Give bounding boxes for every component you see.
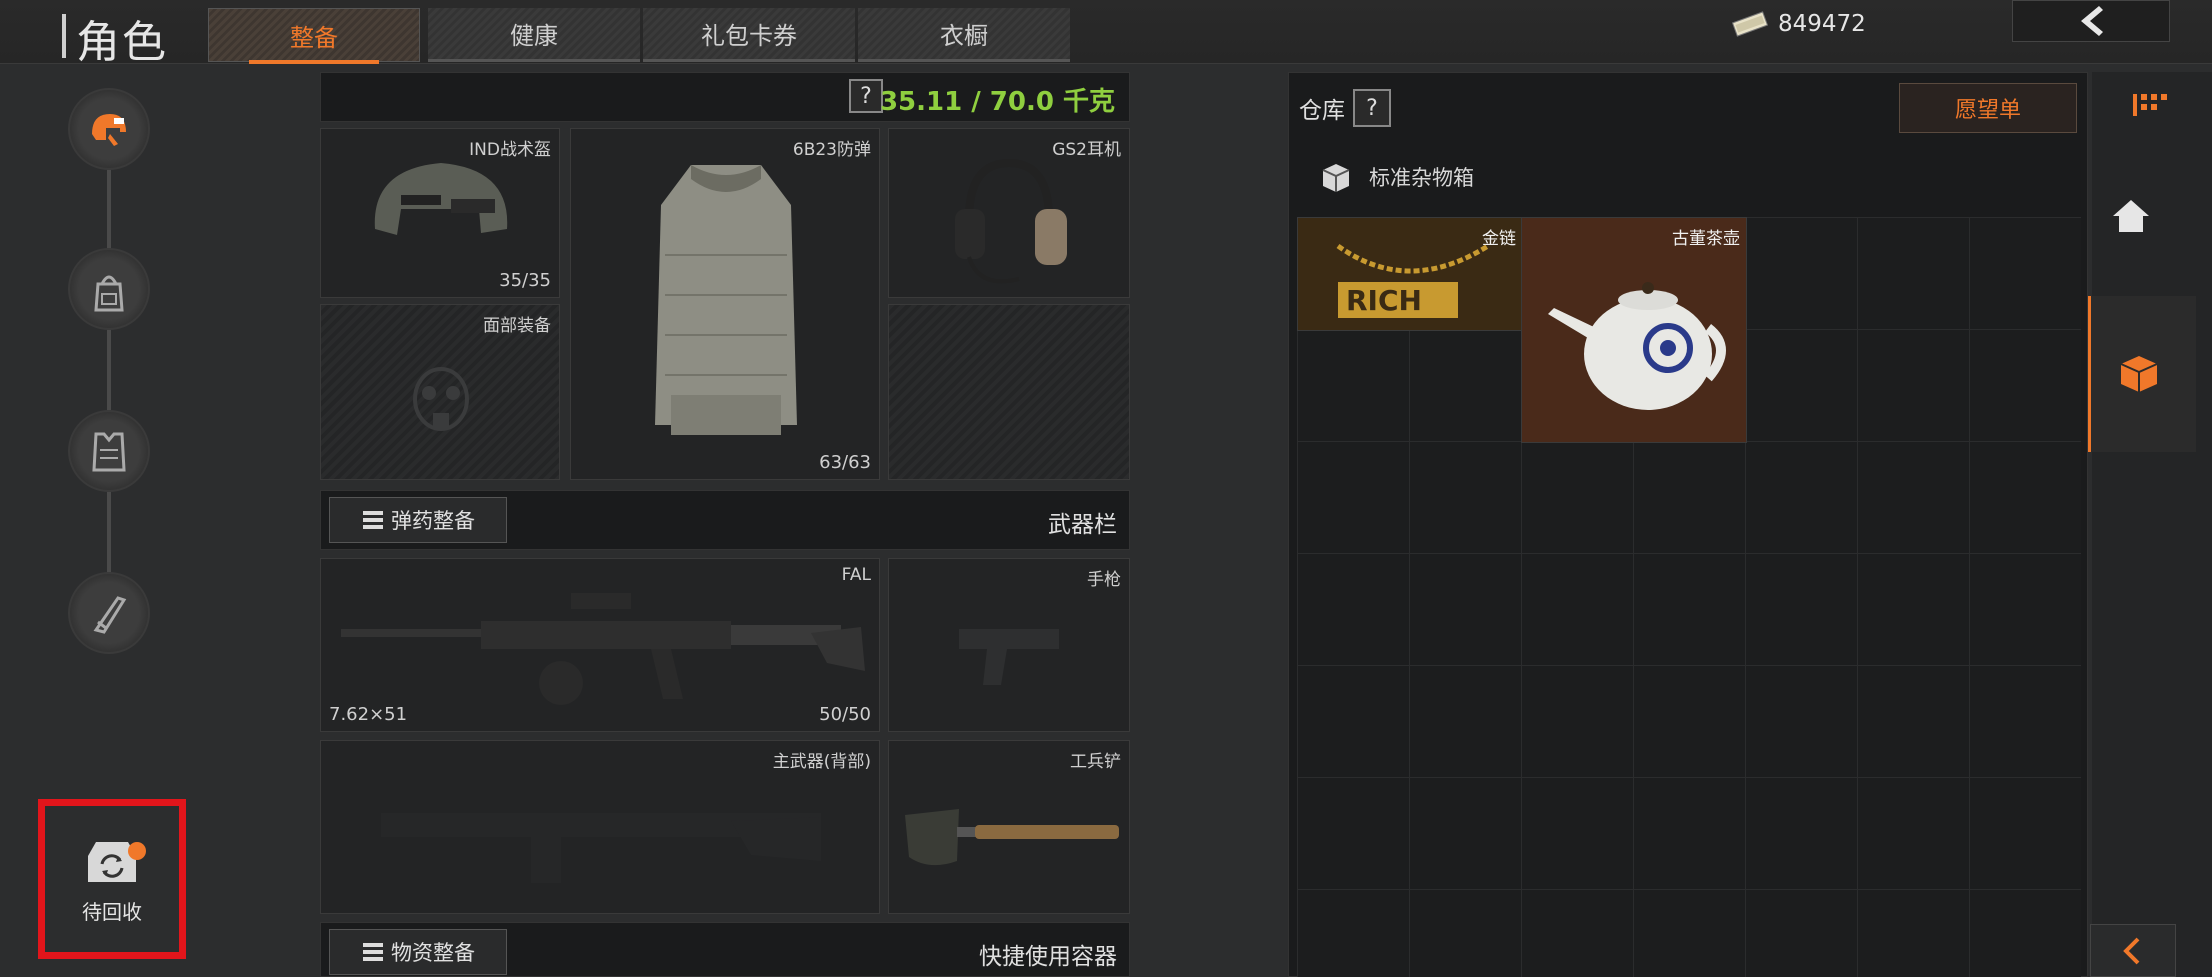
svg-text:RICH: RICH [1346,284,1422,317]
tab-wardrobe-label: 衣橱 [940,22,988,50]
helmet-gear-icon [92,114,126,146]
pistol-label: 手枪 [1087,570,1121,590]
backpack-category-button[interactable] [68,248,150,330]
empty-gear-slot[interactable] [888,304,1130,480]
back-button[interactable] [2012,0,2170,42]
teapot-image [1548,282,1726,410]
armor-durability: 63/63 [819,452,871,473]
tab-health-label: 健康 [510,22,558,50]
melee-slot[interactable]: 工兵铲 [888,740,1130,914]
tab-gift-cards-label: 礼包卡券 [701,22,797,50]
warehouse-title: 仓库 ? [1299,89,1391,127]
title-accent-bar [62,14,66,58]
weight-bar: ? 35.11 / 70.0 千克 [320,72,1130,122]
weight-help-button[interactable]: ? [849,79,883,113]
back-weapon-slot[interactable]: 主武器(背部) [320,740,880,914]
melee-category-button[interactable] [68,572,150,654]
currency-amount: 849472 [1778,11,1866,37]
home-icon [2113,200,2149,232]
antique-teapot-item[interactable]: 古董茶壶 [1521,217,1747,443]
face-label: 面部装备 [483,316,551,336]
gas-mask-placeholder-icon [413,367,469,431]
ammo-loadout-button[interactable]: 弹药整备 [329,497,507,543]
rifle-item-image [341,593,865,705]
back-arrow-icon [2081,6,2103,36]
weapons-section-bar: 弹药整备 武器栏 [320,490,1130,550]
sort-icon [2133,94,2167,116]
warehouse-help-icon: ? [1366,95,1378,121]
page-title: 角色 [76,17,168,68]
container-selector[interactable]: 标准杂物箱 [1319,157,1474,197]
tab-health[interactable]: 健康 [428,8,640,62]
helmet-durability: 35/35 [499,270,551,291]
rifle-placeholder-icon [381,813,821,883]
tab-equip-label: 整备 [290,23,338,52]
collapse-panel-button[interactable] [2090,924,2176,977]
chevron-left-icon [2123,937,2140,964]
tab-gift-cards[interactable]: 礼包卡券 [643,8,855,62]
tab-wardrobe[interactable]: 衣橱 [858,8,1070,62]
armor-slot[interactable]: 6B23防弹 63/63 [570,128,880,480]
warehouse-help-button[interactable]: ? [1353,89,1391,127]
pistol-placeholder-icon [959,629,1059,685]
headset-item-image [955,158,1067,284]
backpack-icon [94,275,124,312]
shovel-item-image [905,809,1119,866]
knife-icon [93,596,127,634]
melee-label: 工兵铲 [1070,752,1121,772]
ammo-icon [363,511,383,529]
rail-connector [107,120,111,640]
gold-chain-image: RICH [1336,243,1490,318]
warehouse-title-text: 仓库 [1299,98,1345,124]
primary-weapon-slot[interactable]: FAL 7.62×51 50/50 [320,558,880,732]
primary-ammo-count: 50/50 [819,704,871,725]
recycle-label: 待回收 [82,899,142,924]
pistol-slot[interactable]: 手枪 [888,558,1130,732]
helmet-slot[interactable]: IND战术盔 35/35 [320,128,560,298]
container-name: 标准杂物箱 [1369,166,1474,190]
notification-dot [128,842,146,860]
supply-loadout-label: 物资整备 [391,941,475,965]
ammo-loadout-label: 弹药整备 [391,509,475,533]
gold-chain-item[interactable]: 金链 RICH [1297,217,1523,331]
warehouse-panel: 仓库 ? 愿望单 标准杂物箱 金链 RICH 古董茶壶 [1288,72,2088,977]
weapons-title: 武器栏 [1048,512,1117,538]
helmet-item-image [374,163,508,235]
caliber-label: 7.62×51 [329,704,408,725]
home-storage-button[interactable] [2086,170,2176,260]
wishlist-button[interactable]: 愿望单 [1899,83,2077,133]
gear-category-button[interactable] [68,88,150,170]
face-slot[interactable]: 面部装备 [320,304,560,480]
vest-category-button[interactable] [68,410,150,492]
supply-icon [363,943,383,961]
wishlist-label: 愿望单 [1954,98,2021,123]
carry-weight: 35.11 / 70.0 千克 [879,87,1115,117]
cash-icon [1731,11,1769,37]
storage-box-active-icon [2120,356,2158,392]
back-weapon-label: 主武器(背部) [772,752,871,772]
recycle-bin-button[interactable]: 待回收 [38,799,186,959]
storage-box-icon [1322,164,1350,192]
currency-display: 849472 [1730,4,1880,44]
headset-slot[interactable]: GS2耳机 [888,128,1130,298]
warehouse-grid[interactable]: 金链 RICH 古董茶壶 [1297,217,2081,977]
quick-container-title: 快捷使用容器 [979,944,1117,970]
supply-loadout-button[interactable]: 物资整备 [329,929,507,975]
tab-equip[interactable]: 整备 [208,8,420,64]
antique-teapot-label: 古董茶壶 [1672,229,1740,249]
body-armor-item-image [655,165,797,435]
storage-box-tab[interactable] [2088,296,2196,452]
sort-button[interactable] [2106,60,2196,150]
weight-help-icon: ? [860,83,872,109]
supplies-section-bar: 物资整备 快捷使用容器 [320,922,1130,977]
vest-icon [92,432,126,472]
